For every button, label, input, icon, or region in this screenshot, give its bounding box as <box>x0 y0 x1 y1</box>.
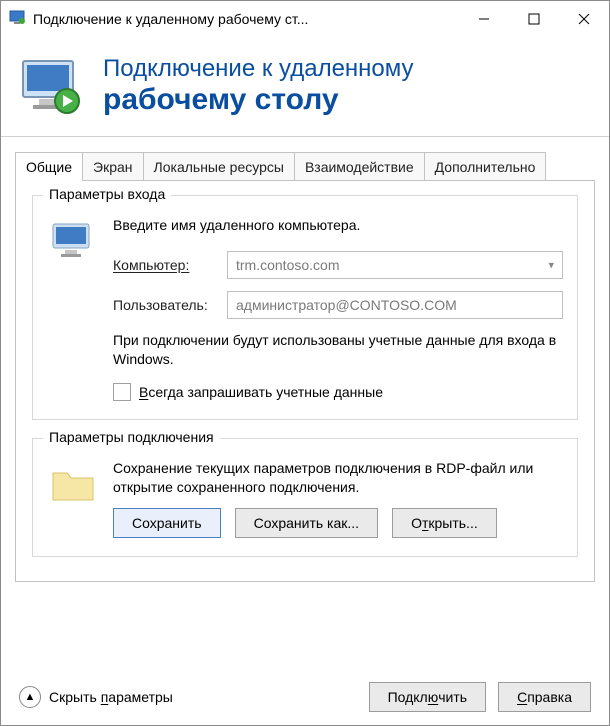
rdp-dialog: Подключение к удаленному рабочему ст... … <box>0 0 610 726</box>
hide-options-label: Скрыть параметры <box>49 689 173 705</box>
collapse-arrow-icon: ▲ <box>19 686 41 708</box>
user-value: администратор@CONTOSO.COM <box>236 297 457 313</box>
banner-line1: Подключение к удаленному <box>103 55 414 83</box>
tabs: Общие Экран Локальные ресурсы Взаимодейс… <box>15 151 595 180</box>
group-connection: Параметры подключения Сохранение текущих… <box>32 438 578 558</box>
tab-display[interactable]: Экран <box>82 152 144 181</box>
tab-local-resources[interactable]: Локальные ресурсы <box>143 152 295 181</box>
connection-info: Сохранение текущих параметров подключени… <box>113 459 563 497</box>
login-prompt: Введите имя удаленного компьютера. <box>113 216 563 235</box>
banner-text: Подключение к удаленному рабочему столу <box>103 55 414 117</box>
help-button[interactable]: Справка <box>498 682 591 712</box>
open-button[interactable]: Открыть... <box>392 508 497 538</box>
tab-experience[interactable]: Взаимодействие <box>294 152 425 181</box>
computer-row: Компьютер: trm.contoso.com ▾ <box>113 251 563 279</box>
login-info: При подключении будут использованы учетн… <box>113 331 563 369</box>
tab-advanced[interactable]: Дополнительно <box>424 152 547 181</box>
always-ask-row: Всегда запрашивать учетные данные <box>113 383 563 401</box>
save-as-button[interactable]: Сохранить как... <box>235 508 378 538</box>
title-text: Подключение к удаленному рабочему ст... <box>33 11 308 27</box>
computer-combo[interactable]: trm.contoso.com ▾ <box>227 251 563 279</box>
always-ask-label: Всегда запрашивать учетные данные <box>139 384 383 400</box>
computer-value: trm.contoso.com <box>236 257 339 273</box>
minimize-button[interactable] <box>459 1 509 37</box>
connect-button[interactable]: Подключить <box>369 682 487 712</box>
group-login: Параметры входа Введите имя удаленного к… <box>32 195 578 420</box>
app-icon <box>9 9 27 30</box>
user-field[interactable]: администратор@CONTOSO.COM <box>227 291 563 319</box>
close-button[interactable] <box>559 1 609 37</box>
computer-icon <box>47 216 99 268</box>
header-banner: Подключение к удаленному рабочему столу <box>1 37 609 137</box>
save-button[interactable]: Сохранить <box>113 508 221 538</box>
titlebar: Подключение к удаленному рабочему ст... <box>1 1 609 37</box>
always-ask-checkbox[interactable] <box>113 383 131 401</box>
group-connection-title: Параметры подключения <box>43 429 220 445</box>
folder-icon <box>47 459 99 511</box>
rdp-monitor-icon <box>19 55 89 119</box>
hide-options-toggle[interactable]: ▲ Скрыть параметры <box>19 686 173 708</box>
tabs-container: Общие Экран Локальные ресурсы Взаимодейс… <box>1 137 609 582</box>
banner-line2: рабочему столу <box>103 83 414 118</box>
chevron-down-icon: ▾ <box>548 258 554 271</box>
user-label: Пользователь: <box>113 297 227 313</box>
bottom-bar: ▲ Скрыть параметры Подключить Справка <box>1 669 609 725</box>
computer-label: Компьютер: <box>113 257 227 273</box>
tab-body-general: Параметры входа Введите имя удаленного к… <box>15 180 595 582</box>
tab-general[interactable]: Общие <box>15 152 83 181</box>
group-login-title: Параметры входа <box>43 186 171 202</box>
maximize-button[interactable] <box>509 1 559 37</box>
connection-buttons: Сохранить Сохранить как... Открыть... <box>113 508 563 538</box>
user-row: Пользователь: администратор@CONTOSO.COM <box>113 291 563 319</box>
